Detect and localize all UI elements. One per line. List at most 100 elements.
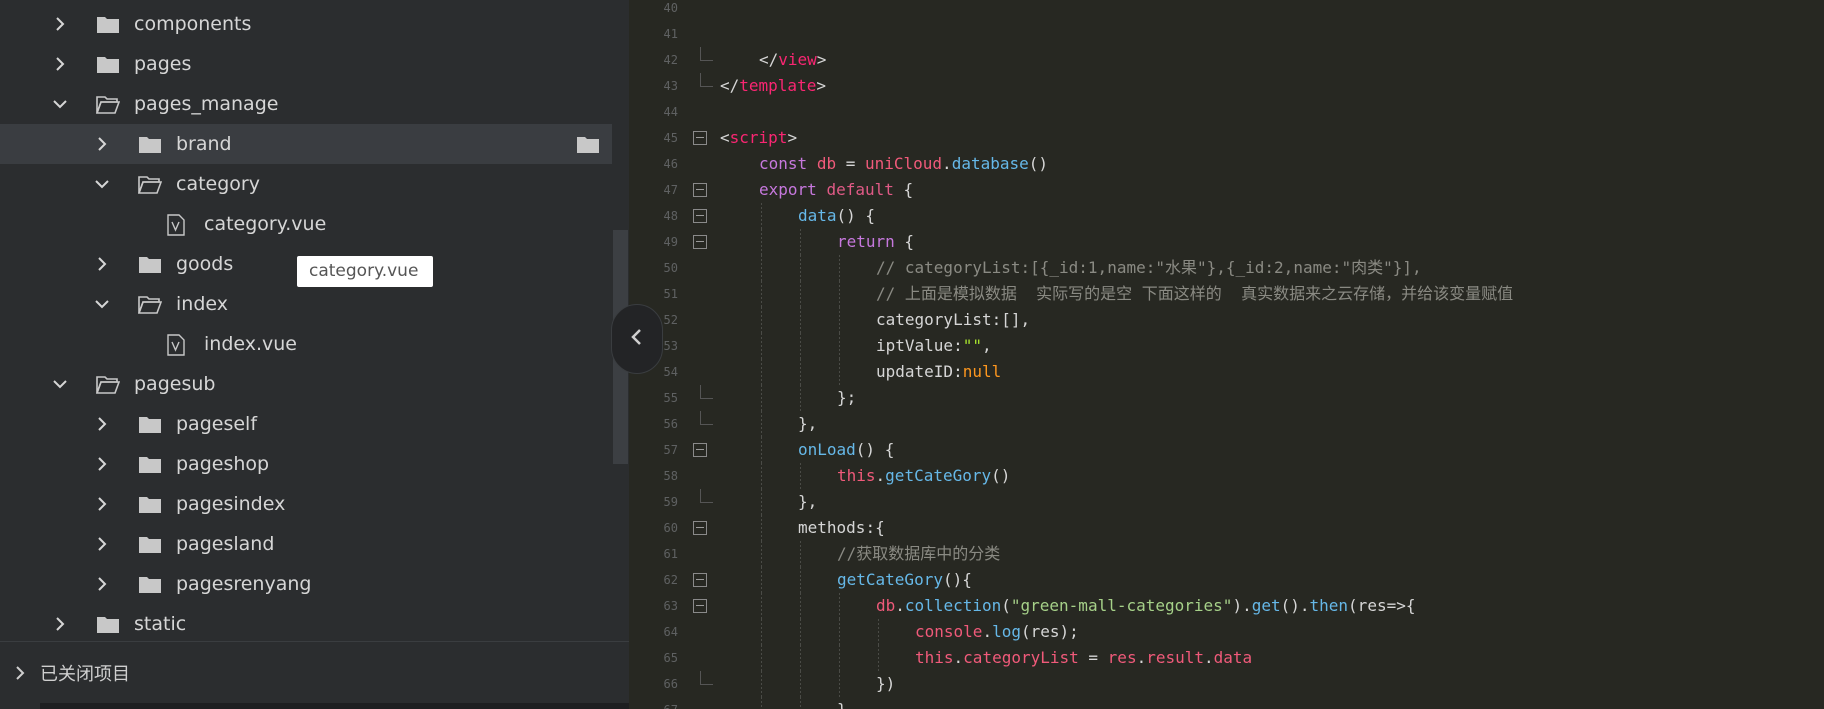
code-token: console (915, 622, 983, 641)
code-line[interactable]: 55}; (630, 385, 1824, 411)
code-line[interactable]: 51// 上面是模拟数据 实际写的是空 下面这样的 真实数据来之云存储，并给该变… (630, 281, 1824, 307)
sidebar-divider (0, 641, 629, 642)
chevron-right-icon[interactable] (94, 256, 110, 272)
code-line[interactable]: 59}, (630, 489, 1824, 515)
closed-projects-section[interactable]: 已关闭项目 (0, 655, 130, 691)
code-line[interactable]: 61 //获取数据库中的分类 (630, 541, 1824, 567)
tree-item-brand[interactable]: brand (0, 124, 612, 164)
code-line[interactable]: 50 // categoryList:[{_id:1,name:"水果"},{_i… (630, 255, 1824, 281)
code-token: export (759, 180, 817, 199)
indent-guide (800, 671, 801, 697)
chevron-down-icon[interactable] (52, 96, 68, 112)
code-token: //获取数据库中的分类 (837, 544, 1001, 563)
code-line[interactable]: 60 methods:{ (630, 515, 1824, 541)
tree-item-pageself[interactable]: pageself (0, 404, 612, 444)
code-line[interactable]: 43 </template> (630, 73, 1824, 99)
fold-toggle-icon[interactable] (693, 599, 707, 613)
tree-item-components[interactable]: components (0, 4, 612, 44)
chevron-right-icon[interactable] (94, 456, 110, 472)
code-line[interactable]: 45 <script> (630, 125, 1824, 151)
code-line[interactable]: 66}) (630, 671, 1824, 697)
tree-item-label: index.vue (204, 333, 297, 355)
fold-toggle-icon[interactable] (693, 235, 707, 249)
chevron-right-icon[interactable] (52, 616, 68, 632)
tree-item-pages[interactable]: pages (0, 44, 612, 84)
chevron-right-icon[interactable] (52, 16, 68, 32)
tree-item-category[interactable]: category (0, 164, 612, 204)
code-line[interactable]: 44 (630, 99, 1824, 125)
tree-item-category-vue[interactable]: category.vue (0, 204, 612, 244)
code-line[interactable]: 58 this.getCateGory() (630, 463, 1824, 489)
code-token: ). (1232, 596, 1252, 615)
tree-item-pagesrenyang[interactable]: pagesrenyang (0, 564, 612, 604)
code-editor[interactable]: 40 41 42 </view> 43 </template> 44 45 <script> 46… (630, 0, 1824, 709)
tree-item-pagesindex[interactable]: pagesindex (0, 484, 612, 524)
chevron-right-icon[interactable] (94, 536, 110, 552)
line-number: 56 (663, 417, 678, 431)
chevron-right-icon[interactable] (52, 56, 68, 72)
line-number: 63 (663, 599, 678, 613)
line-number: 49 (663, 235, 678, 249)
chevron-right-icon[interactable] (94, 416, 110, 432)
code-token: () { (836, 206, 876, 225)
indent-guide (800, 255, 801, 281)
folder-open-icon (138, 294, 162, 314)
code-line[interactable]: 47 export default { (630, 177, 1824, 203)
chevron-right-icon[interactable] (94, 136, 110, 152)
chevron-down-icon[interactable] (94, 296, 110, 312)
indent-guide (878, 619, 879, 645)
fold-toggle-icon[interactable] (693, 443, 707, 457)
open-folder-action-icon[interactable] (576, 134, 600, 154)
code-line[interactable]: 42 </view> (630, 47, 1824, 73)
code-line[interactable]: 57 onLoad() { (630, 437, 1824, 463)
code-line[interactable]: 40 (630, 0, 1824, 21)
tree-item-static[interactable]: static (0, 604, 612, 644)
code-line[interactable]: 54 updateID:null (630, 359, 1824, 385)
code-text: // 上面是模拟数据 实际写的是空 下面这样的 真实数据来之云存储，并给该变量赋… (876, 281, 1513, 307)
code-line[interactable]: 67} (630, 697, 1824, 709)
indent-guide (761, 593, 762, 619)
code-token: :{ (865, 518, 885, 537)
code-token: return (837, 232, 895, 251)
fold-toggle-icon[interactable] (693, 183, 707, 197)
fold-toggle-icon[interactable] (693, 209, 707, 223)
code-text: categoryList:[], (876, 307, 1030, 333)
tree-item-index[interactable]: index (0, 284, 612, 324)
code-line[interactable]: 46 const db = uniCloud.database() (630, 151, 1824, 177)
code-token: { (893, 180, 914, 199)
code-token: () (1028, 154, 1049, 173)
code-line[interactable]: 56}, (630, 411, 1824, 437)
code-token: // 上面是模拟数据 实际写的是空 下面这样的 真实数据来之云存储，并给该变量赋… (876, 284, 1514, 303)
tree-item-label: pagesindex (176, 493, 286, 515)
chevron-right-icon[interactable] (94, 576, 110, 592)
code-line[interactable]: 41 (630, 21, 1824, 47)
fold-toggle-icon[interactable] (693, 131, 707, 145)
code-line[interactable]: 64 console.log(res); (630, 619, 1824, 645)
chevron-down-icon[interactable] (52, 376, 68, 392)
tree-item-index-vue[interactable]: index.vue (0, 324, 612, 364)
code-line[interactable]: 52 categoryList:[], (630, 307, 1824, 333)
code-line[interactable]: 63 db.collection("green-mall-categories")… (630, 593, 1824, 619)
file-explorer-sidebar: components pages pages_manage brand category… (0, 0, 629, 709)
line-number: 57 (663, 443, 678, 457)
code-text: </template> (720, 73, 826, 99)
code-line[interactable]: 62 getCateGory(){ (630, 567, 1824, 593)
folder-open-icon (96, 374, 120, 394)
code-text: //获取数据库中的分类 (837, 541, 1000, 567)
tree-item-pagesland[interactable]: pagesland (0, 524, 612, 564)
chevron-right-icon[interactable] (94, 496, 110, 512)
code-token: . (953, 648, 964, 667)
code-line[interactable]: 65 this.categoryList = res.result.data (630, 645, 1824, 671)
tree-item-pageshop[interactable]: pageshop (0, 444, 612, 484)
horizontal-scrollbar[interactable] (40, 703, 629, 709)
tree-item-pagesub[interactable]: pagesub (0, 364, 612, 404)
collapse-sidebar-button[interactable] (611, 304, 663, 374)
code-line[interactable]: 48 data() { (630, 203, 1824, 229)
tree-item-pages-manage[interactable]: pages_manage (0, 84, 612, 124)
fold-toggle-icon[interactable] (693, 573, 707, 587)
chevron-down-icon[interactable] (94, 176, 110, 192)
code-line[interactable]: 49 return { (630, 229, 1824, 255)
code-line[interactable]: 53 iptValue:"", (630, 333, 1824, 359)
fold-toggle-icon[interactable] (693, 521, 707, 535)
code-token: (res); (1020, 622, 1079, 641)
